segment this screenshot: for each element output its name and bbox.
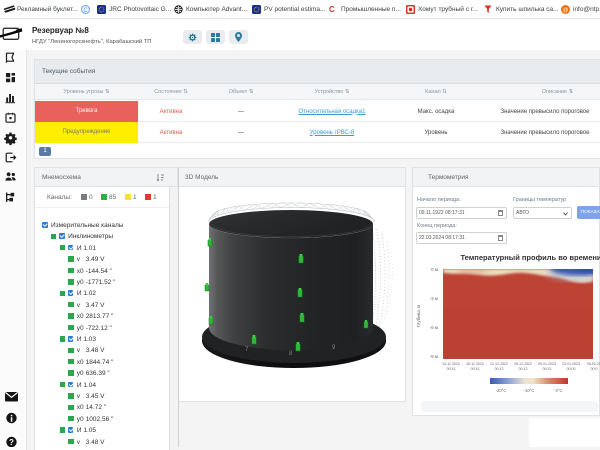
svg-text:-9 м: -9 м [430, 354, 438, 359]
svg-text:00:00: 00:00 [567, 367, 576, 371]
svg-text:-20°C: -20°C [496, 388, 507, 393]
svg-text:Температурный профиль во време: Температурный профиль во времени [460, 253, 600, 262]
svg-text:C: C [83, 8, 88, 14]
svg-text:00:12: 00:12 [519, 367, 528, 371]
svg-text:Глубина, м: Глубина, м [416, 305, 421, 328]
svg-text:23.01.2023: 23.01.2023 [562, 362, 580, 366]
svg-text:00:12: 00:12 [495, 367, 504, 371]
svg-text:09.01.2023: 09.01.2023 [538, 362, 556, 366]
svg-text:00:31: 00:31 [543, 367, 552, 371]
svg-text:-6 м: -6 м [430, 325, 438, 330]
svg-text:?: ? [9, 438, 14, 447]
svg-text:26.12.2022: 26.12.2022 [514, 362, 532, 366]
svg-text:00:0: 00:0 [591, 367, 598, 371]
svg-text:-10°C: -10°C [524, 388, 535, 393]
svg-text:14.11.2022: 14.11.2022 [442, 362, 460, 366]
svg-text:28.11.2022: 28.11.2022 [466, 362, 484, 366]
svg-text:12.12.2022: 12.12.2022 [490, 362, 508, 366]
svg-text:06.02.20: 06.02.20 [587, 362, 600, 366]
svg-text:00:11: 00:11 [447, 367, 456, 371]
svg-text:0 м: 0 м [431, 267, 438, 272]
svg-text:00:11: 00:11 [471, 367, 480, 371]
svg-text:0°C: 0°C [555, 388, 562, 393]
svg-text:@: @ [563, 8, 569, 14]
svg-text:-3 м: -3 м [430, 296, 438, 301]
